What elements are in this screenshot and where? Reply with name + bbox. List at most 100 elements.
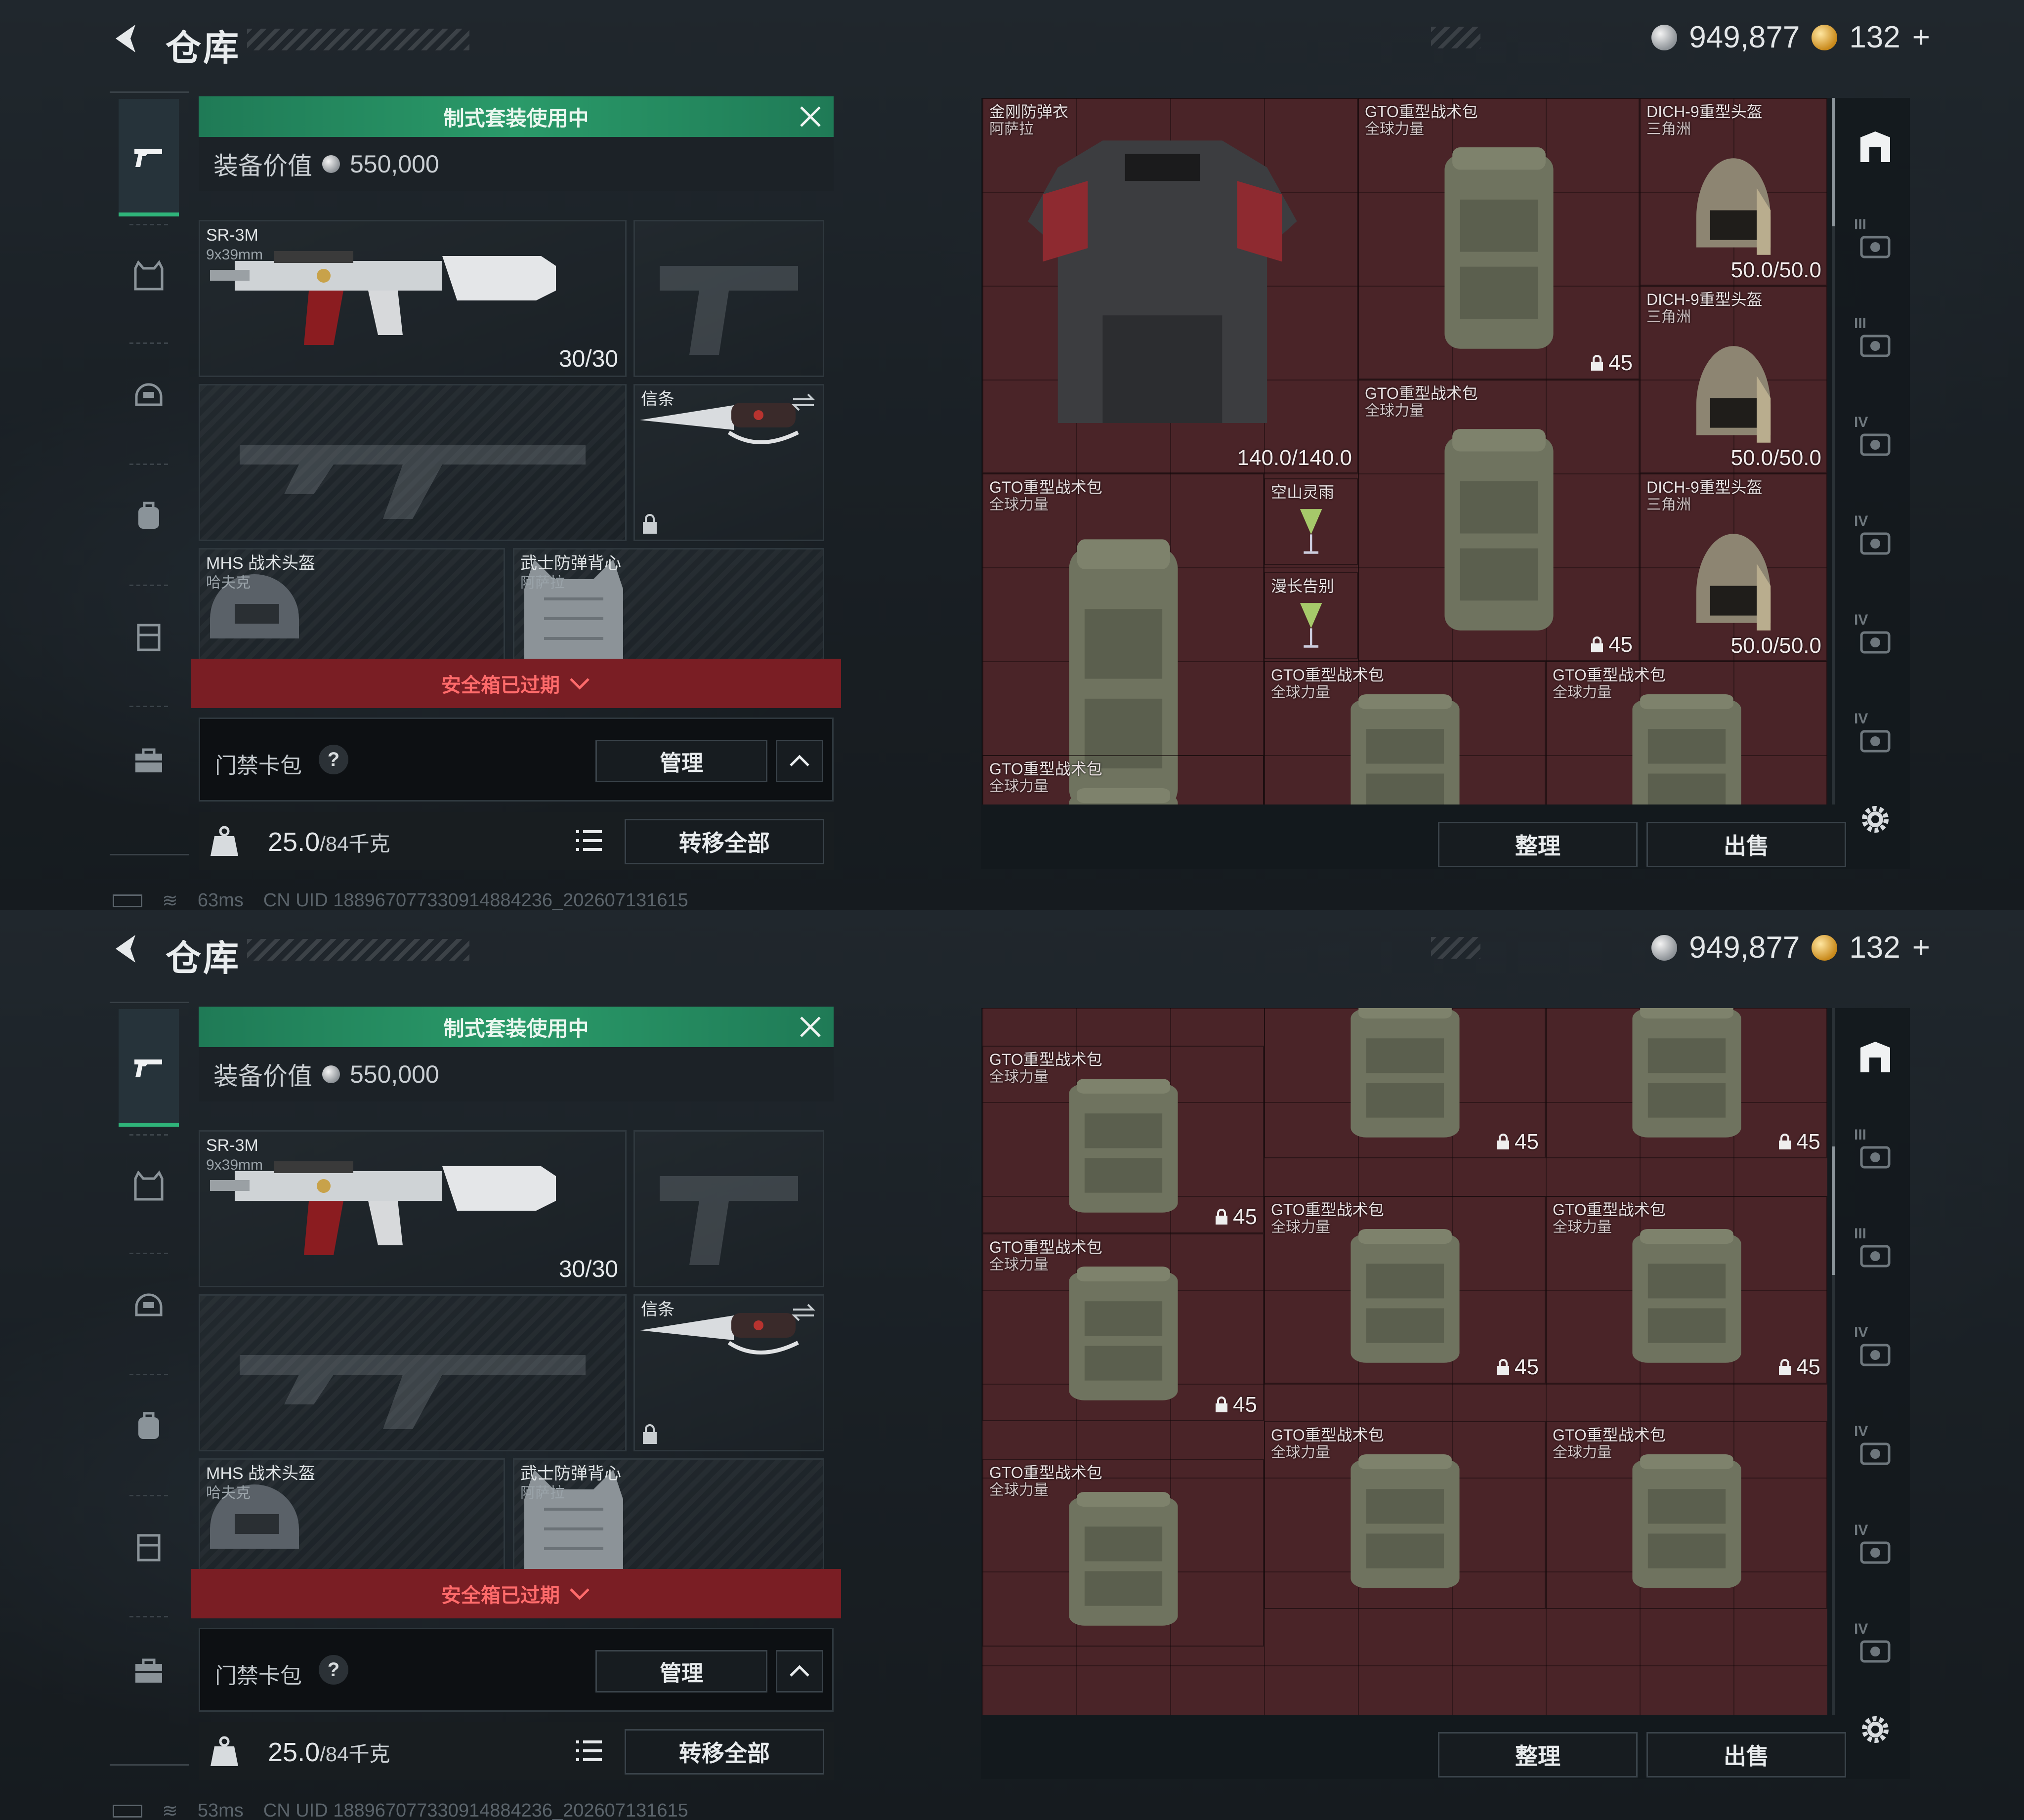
pistol-slot[interactable] — [633, 220, 824, 377]
stash-item-backpack[interactable]: GTO重型战术包 全球力量 — [1546, 1421, 1827, 1609]
stash-item-backpack[interactable]: GTO重型战术包全球力量 45 — [1264, 1196, 1546, 1384]
nav-helmet[interactable] — [119, 345, 179, 444]
primary-weapon-slot[interactable]: SR-3M 9x39mm 30/30 — [199, 220, 627, 377]
nav-backpack[interactable] — [119, 1376, 179, 1475]
list-icon[interactable] — [574, 1738, 604, 1764]
sort-button[interactable]: 整理 — [1438, 822, 1638, 867]
helmet-slot[interactable]: MHS 战术头盔 哈夫克 — [199, 1458, 505, 1577]
stash-item-backpack[interactable]: GTO重型战术包 全球力量 — [982, 1459, 1264, 1647]
secondary-weapon-slot[interactable] — [199, 384, 627, 541]
nav-weapons[interactable] — [119, 1009, 179, 1127]
sell-button[interactable]: 出售 — [1646, 1732, 1846, 1778]
item-title: GTO重型战术包 — [989, 478, 1102, 496]
nav-items[interactable] — [119, 711, 179, 809]
chevron-up-icon — [790, 1665, 809, 1677]
safe-box-bar[interactable]: 安全箱已过期 — [191, 659, 841, 708]
stash-item-backpack[interactable]: GTO重型战术包全球力量 45 — [982, 1233, 1264, 1421]
stash-item-armor[interactable]: 金刚防弹衣 阿萨拉 140.0/140.0 — [982, 98, 1358, 473]
helmet-icon — [135, 383, 163, 406]
nav-rig[interactable] — [119, 1497, 179, 1596]
chevron-down-icon — [570, 1588, 590, 1600]
stash-item-helmet[interactable]: DICH-9重型头盔 三角洲 50.0/50.0 — [1640, 98, 1827, 286]
sell-button[interactable]: 出售 — [1646, 822, 1846, 867]
help-button[interactable]: ? — [319, 1655, 348, 1685]
helmet-slot[interactable]: MHS 战术头盔 哈夫克 — [199, 548, 505, 667]
manage-button[interactable]: 管理 — [595, 740, 767, 782]
capacity-value: 45 — [1608, 633, 1633, 657]
stash-item-backpack[interactable]: 45 — [1264, 1008, 1546, 1158]
weight-icon — [211, 826, 238, 856]
stash-scrollbar[interactable] — [1832, 98, 1835, 804]
gun-icon — [134, 1059, 162, 1077]
stash-scrollbar[interactable] — [1832, 1008, 1835, 1715]
melee-slot[interactable]: 信条 — [633, 1294, 824, 1451]
add-gold-button[interactable]: + — [1912, 930, 1930, 965]
sort-button[interactable]: 整理 — [1438, 1732, 1638, 1778]
close-icon[interactable] — [796, 102, 825, 131]
storage-icon[interactable] — [1855, 1038, 1895, 1077]
lock-icon — [643, 1424, 657, 1444]
help-button[interactable]: ? — [319, 745, 348, 774]
stash-item-helmet[interactable]: DICH-9重型头盔 三角洲 50.0/50.0 — [1640, 286, 1827, 473]
stash-panel: 454545GTO重型战术包全球力量45GTO重型战术包全球力量45GTO重型战… — [981, 1008, 1910, 1779]
collapse-button[interactable] — [776, 740, 823, 782]
stash-item-consumable[interactable]: 空山灵雨 — [1264, 478, 1358, 565]
capacity-icon — [1591, 636, 1603, 652]
armor-slot[interactable]: 武士防弹背心 阿萨拉 — [513, 1458, 824, 1577]
item-name: GTO重型战术包 全球力量 — [1271, 1426, 1384, 1462]
stash-filter-rail: III III IV IV IV IV — [1848, 1008, 1902, 1779]
stash-item-backpack[interactable]: GTO重型战术包 全球力量 — [1546, 661, 1827, 804]
storage-icon[interactable] — [1855, 127, 1895, 167]
swap-icon[interactable] — [791, 1303, 816, 1322]
stash-item-backpack[interactable]: GTO重型战术包全球力量 45 — [1358, 380, 1640, 661]
add-gold-button[interactable]: + — [1912, 20, 1930, 55]
nav-rig[interactable] — [119, 587, 179, 686]
melee-slot[interactable]: 信条 — [633, 384, 824, 541]
stash-item-backpack[interactable]: 45 — [1546, 1008, 1827, 1158]
swap-icon[interactable] — [791, 392, 816, 412]
tier-label: III — [1854, 315, 1867, 332]
pack-image — [1054, 1069, 1193, 1218]
nav-armor[interactable] — [119, 1137, 179, 1235]
lock-icon — [643, 514, 657, 534]
list-icon[interactable] — [574, 828, 604, 853]
weapon-ammo: 30/30 — [558, 346, 618, 372]
stash-item-backpack[interactable]: GTO重型战术包 全球力量 — [982, 755, 1264, 804]
back-arrow-icon[interactable] — [110, 931, 145, 967]
stash-item-helmet[interactable]: DICH-9重型头盔 三角洲 50.0/50.0 — [1640, 473, 1827, 661]
transfer-all-button[interactable]: 转移全部 — [625, 819, 824, 864]
item-title: GTO重型战术包 — [1271, 666, 1384, 684]
armor-slot[interactable]: 武士防弹背心 阿萨拉 — [513, 548, 824, 667]
gear-icon[interactable] — [1855, 800, 1895, 839]
gear-icon[interactable] — [1855, 1710, 1895, 1749]
item-capacity: 45 — [1214, 1393, 1257, 1417]
tier-label: IV — [1854, 1423, 1868, 1439]
stash-item-backpack[interactable]: GTO重型战术包全球力量 45 — [1358, 98, 1640, 380]
nav-items[interactable] — [119, 1621, 179, 1720]
nav-helmet[interactable] — [119, 1255, 179, 1354]
stash-item-backpack[interactable]: GTO重型战术包 全球力量 — [1264, 1421, 1546, 1609]
kit-banner-text: 制式套装使用中 — [443, 106, 589, 130]
item-brand: 阿萨拉 — [989, 121, 1034, 137]
nav-weapons[interactable] — [119, 99, 179, 216]
manage-button[interactable]: 管理 — [595, 1650, 767, 1693]
tier-label: IV — [1854, 513, 1868, 529]
back-arrow-icon[interactable] — [110, 21, 145, 56]
close-icon[interactable] — [796, 1013, 825, 1041]
collapse-button[interactable] — [776, 1650, 823, 1693]
transfer-all-button[interactable]: 转移全部 — [625, 1729, 824, 1775]
primary-weapon-slot[interactable]: SR-3M 9x39mm 30/30 — [199, 1130, 627, 1287]
stash-item-backpack[interactable]: GTO重型战术包 全球力量 — [1264, 661, 1546, 804]
nav-backpack[interactable] — [119, 466, 179, 565]
secondary-weapon-slot[interactable] — [199, 1294, 627, 1451]
pistol-slot[interactable] — [633, 1130, 824, 1287]
stash-item-backpack[interactable]: GTO重型战术包全球力量 45 — [982, 1046, 1264, 1233]
tier-label: III — [1854, 1127, 1867, 1143]
item-name: 空山灵雨 — [1271, 483, 1334, 501]
nav-armor[interactable] — [119, 226, 179, 325]
rig-icon — [137, 624, 161, 651]
safe-box-bar[interactable]: 安全箱已过期 — [191, 1569, 841, 1618]
stash-item-backpack[interactable]: GTO重型战术包全球力量 45 — [1546, 1196, 1827, 1384]
item-durability: 140.0/140.0 — [1237, 446, 1352, 470]
stash-item-consumable[interactable]: 漫长告别 — [1264, 572, 1358, 659]
